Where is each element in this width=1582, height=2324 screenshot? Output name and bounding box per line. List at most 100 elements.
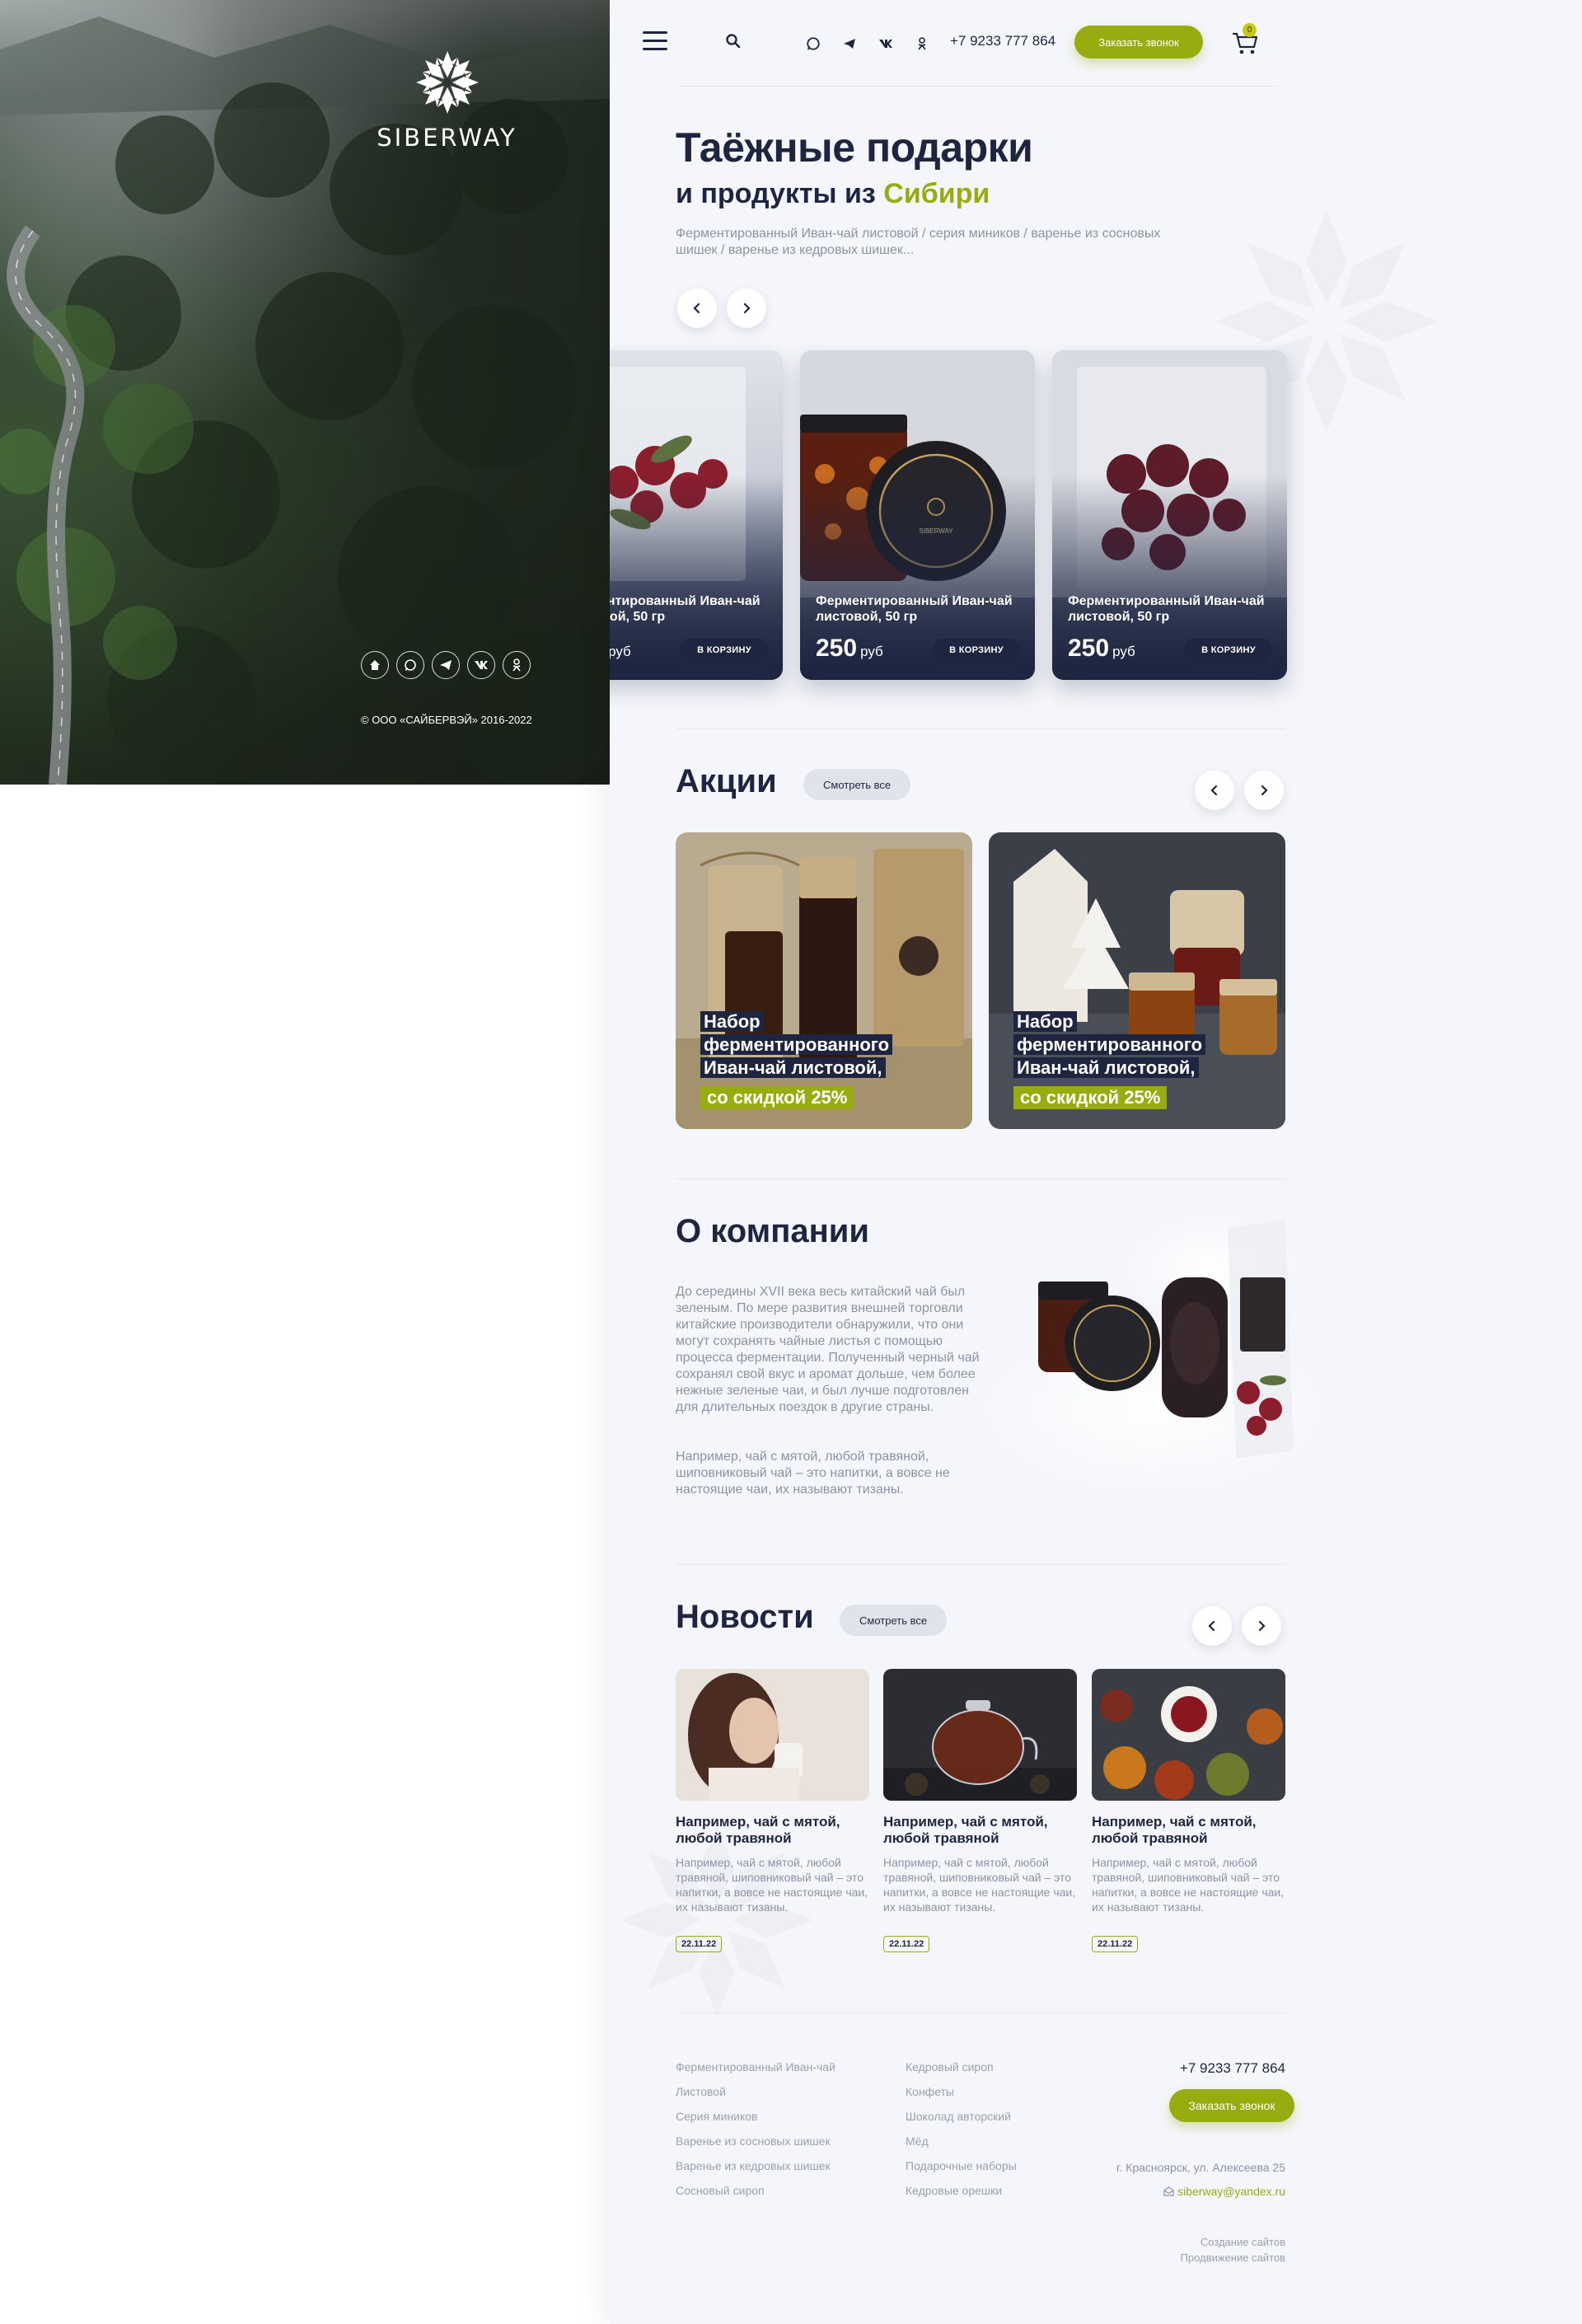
news-date-badge: 22.11.22 [676, 1936, 723, 1952]
order-call-button[interactable]: Заказать звонок [1074, 26, 1203, 59]
promotion-title: Набор ферментированного Иван-чай листово… [1013, 1010, 1228, 1080]
footer-dev-line: Продвижение сайтов [1180, 2251, 1285, 2264]
product-card[interactable]: Ферментированный Иван-чай листовой, 50 г… [610, 350, 783, 680]
about-products-image [972, 1211, 1327, 1500]
chevron-right-icon [1258, 1620, 1266, 1632]
footer-link[interactable]: Варенье из сосновых шишек [676, 2134, 835, 2159]
hero-title: Таёжные подарки [676, 124, 1033, 171]
promotion-discount: со скидкой 25% [700, 1086, 854, 1109]
product-price: 250руб [610, 635, 631, 663]
promotion-title-text: Набор ферментированного Иван-чай листово… [1013, 1011, 1206, 1078]
price-value: 250 [816, 635, 858, 662]
news-card[interactable]: Например, чай с мятой, любой травяной На… [883, 1669, 1077, 1952]
news-prev-button[interactable] [1192, 1606, 1232, 1646]
footer-divider [676, 2012, 1285, 2013]
footer-link[interactable]: Кедровые орешки [906, 2184, 1017, 2209]
add-to-cart-button[interactable]: В КОРЗИНУ [680, 639, 769, 662]
header-phone-link[interactable]: +7 9233 777 864 [950, 33, 1055, 49]
copyright-text: © ООО «САЙБЕРВЭЙ» 2016-2022 [361, 714, 532, 726]
promotions-title: Акции [676, 763, 777, 799]
hero-subtitle-prefix: и продукты из [676, 178, 876, 209]
footer-link[interactable]: Кедровый сироп [906, 2060, 1017, 2085]
news-next-button[interactable] [1242, 1606, 1281, 1646]
news-card-title: Например, чай с мятой, любой травяной [883, 1814, 1048, 1846]
search-icon[interactable] [723, 31, 743, 51]
vk-icon[interactable] [873, 31, 898, 56]
vk-icon[interactable] [467, 651, 495, 679]
promotion-title-text: Набор ферментированного Иван-чай листово… [700, 1011, 893, 1078]
gift-set-image [676, 832, 972, 1129]
news-image [676, 1669, 869, 1801]
footer-dev-line: Создание сайтов [1200, 2236, 1285, 2248]
footer-link[interactable]: Подарочные наборы [906, 2159, 1017, 2184]
news-see-all-button[interactable]: Смотреть все [840, 1605, 948, 1636]
news-card-body: Например, чай с мятой, любой травяной, ш… [676, 1856, 868, 1914]
hero-prev-button[interactable] [677, 288, 717, 328]
odnoklassniki-icon[interactable] [910, 31, 934, 56]
add-to-cart-button[interactable]: В КОРЗИНУ [932, 639, 1021, 662]
telegram-icon[interactable] [837, 31, 862, 56]
footer-developer-credit[interactable]: Создание сайтов Продвижение сайтов [1071, 2234, 1285, 2265]
promotion-card[interactable]: Набор ферментированного Иван-чай листово… [989, 832, 1285, 1129]
footer-link[interactable]: Варенье из кедровых шишек [676, 2159, 835, 2184]
news-card-title: Например, чай с мятой, любой травяной [1092, 1814, 1257, 1846]
promotion-card[interactable]: Набор ферментированного Иван-чай листово… [676, 832, 972, 1129]
promotions-see-all-button[interactable]: Смотреть все [803, 769, 911, 800]
whatsapp-icon[interactable] [396, 651, 424, 679]
snowflake-logo-icon [415, 51, 479, 114]
price-value: 250 [1068, 635, 1110, 662]
footer-link[interactable]: Серия миников [676, 2110, 835, 2134]
footer-link[interactable]: Листовой [676, 2085, 835, 2110]
header-divider [676, 86, 1277, 87]
chevron-right-icon [743, 302, 751, 314]
product-card[interactable]: SIBERWAY Ферментированный Иван-чай листо… [800, 350, 1035, 680]
footer-link[interactable]: Конфеты [906, 2085, 1017, 2110]
hero-next-button[interactable] [727, 288, 766, 328]
telegram-icon[interactable] [432, 651, 460, 679]
hero-social-links [361, 651, 531, 679]
promotions-prev-button[interactable] [1195, 771, 1234, 810]
footer-link[interactable]: Ферментированный Иван-чай [676, 2060, 835, 2085]
hero-subtitle: и продукты из Сибири [676, 178, 990, 210]
product-name: Ферментированный Иван-чай листовой, 50 г… [816, 594, 1013, 624]
news-card-title: Например, чай с мятой, любой травяной [676, 1814, 840, 1846]
footer-email-text: siberway@yandex.ru [1177, 2185, 1285, 2198]
home-icon[interactable] [361, 651, 389, 679]
product-price: 250руб [816, 635, 883, 663]
whatsapp-icon[interactable] [801, 31, 826, 56]
footer-link[interactable]: Шоколад авторский [906, 2110, 1017, 2134]
add-to-cart-button[interactable]: В КОРЗИНУ [1184, 639, 1273, 662]
footer-order-call-button[interactable]: Заказать звонок [1169, 2089, 1294, 2122]
product-card[interactable]: Ферментированный Иван-чай листовой, 50 г… [1052, 350, 1287, 680]
section-divider [676, 1564, 1285, 1565]
hero-photo-panel: SIBERWAY © ООО «САЙБЕРВЭЙ» 2016-2022 [0, 0, 610, 785]
promotion-title: Набор ферментированного Иван-чай листово… [700, 1010, 915, 1080]
menu-burger-icon[interactable] [643, 31, 667, 53]
news-card-body: Например, чай с мятой, любой травяной, ш… [1092, 1856, 1285, 1914]
chevron-left-icon [693, 302, 700, 314]
header-social-links [801, 31, 934, 56]
news-card[interactable]: Например, чай с мятой, любой травяной На… [1092, 1669, 1285, 1952]
chevron-left-icon [1210, 785, 1218, 796]
footer-link[interactable]: Мёд [906, 2134, 1017, 2159]
news-date-badge: 22.11.22 [1092, 1936, 1139, 1952]
footer-address: г. Красноярск, ул. Алексеева 25 [1116, 2161, 1285, 2174]
site-logo[interactable]: SIBERWAY [375, 48, 519, 152]
price-currency: руб [860, 644, 883, 659]
footer-email-link[interactable]: siberway@yandex.ru [1071, 2185, 1285, 2198]
main-content: +7 9233 777 864 Заказать звонок 0 Таёжны… [610, 0, 1582, 2324]
news-title: Новости [676, 1599, 814, 1635]
hero-subtitle-accent: Сибири [883, 178, 990, 209]
cart-count-badge: 0 [1243, 23, 1257, 37]
section-divider [676, 1178, 1285, 1179]
footer-link[interactable]: Сосновый сироп [676, 2184, 835, 2209]
promotions-next-button[interactable] [1244, 771, 1284, 810]
footer-phone-link[interactable]: +7 9233 777 864 [1121, 2060, 1285, 2077]
news-image [1092, 1669, 1285, 1801]
logo-text: SIBERWAY [377, 124, 517, 152]
odnoklassniki-icon[interactable] [503, 651, 531, 679]
news-card[interactable]: Например, чай с мятой, любой травяной На… [676, 1669, 869, 1952]
footer-links-col-2: Кедровый сироп Конфеты Шоколад авторский… [906, 2060, 1017, 2209]
about-title: О компании [676, 1213, 869, 1249]
news-image [883, 1669, 1077, 1801]
